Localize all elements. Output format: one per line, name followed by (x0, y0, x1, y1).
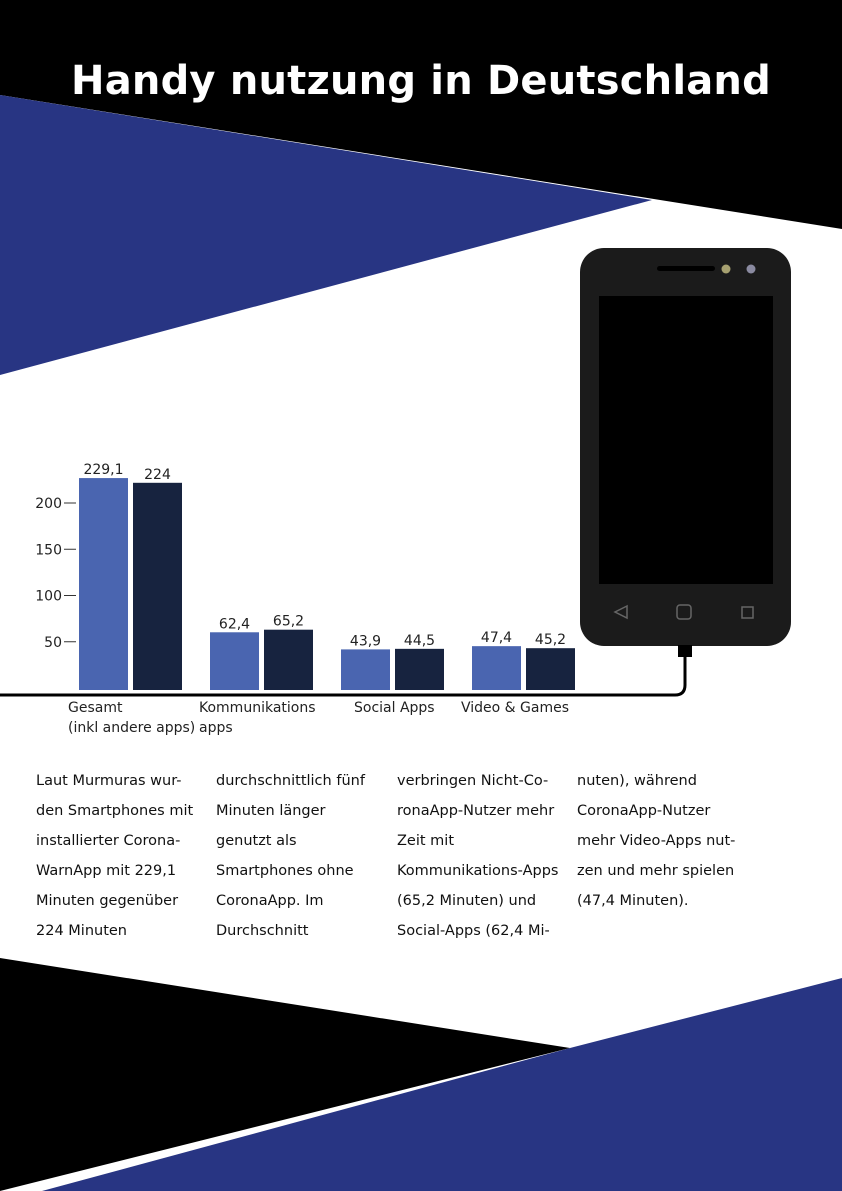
category-labels: Gesamt (inkl andere apps)Kommunikations ap… (68, 700, 569, 736)
text-line: (65,2 Minuten) und (397, 893, 537, 909)
text-line: Kommunikations-Apps (397, 863, 559, 879)
text-line: genutzt als (216, 833, 297, 849)
text-line: installierter Corona- (36, 833, 181, 849)
bar (472, 646, 521, 690)
data-label: 44,5 (404, 633, 435, 649)
text-line: Laut Murmuras wur- (36, 773, 182, 789)
phone-camera-dot (721, 264, 731, 274)
data-label: 224 (144, 467, 171, 483)
text-column-4: nuten), während CoronaApp-Nutzer mehr Vi… (577, 766, 752, 916)
bar-chart: 50 100 150 200 229,1 224 62,4 65,2 43,9 44,5 47,4… (35, 462, 575, 736)
bar (264, 629, 313, 690)
text-line: mehr Video-Apps nut- (577, 833, 736, 849)
y-axis: 50 100 150 200 (35, 496, 76, 651)
text-line: nuten), während (577, 773, 697, 789)
category-label: Social Apps (354, 700, 435, 716)
bar (210, 632, 259, 690)
text-line: Minuten gegenüber (36, 893, 179, 909)
text-line: CoronaApp-Nutzer (577, 803, 711, 819)
data-label: 62,4 (219, 616, 250, 632)
text-line: den Smartphones mit (36, 803, 194, 819)
text-line: (47,4 Minuten). (577, 893, 689, 909)
y-tick-label: 100 (35, 589, 62, 605)
phone-sensor-dot (746, 264, 756, 274)
bar (79, 478, 128, 690)
text-column-1: Laut Murmuras wur- den Smartphones mit i… (36, 766, 211, 946)
y-tick-label: 200 (35, 496, 62, 512)
category-label: Video & Games (461, 700, 569, 716)
category-label: apps (199, 720, 233, 736)
text-line: durchschnittlich fünf (216, 773, 365, 789)
bar (341, 649, 390, 690)
text-line: zen und mehr spielen (577, 863, 735, 879)
text-line: ronaApp-Nutzer mehr (397, 803, 555, 819)
phone-speaker (657, 266, 715, 271)
y-tick-label: 150 (35, 542, 62, 558)
bar (526, 648, 575, 690)
category-label: Kommunikations (199, 700, 316, 716)
data-label: 45,2 (535, 632, 566, 648)
text-column-2: durchschnittlich fünf Minuten länger gen… (216, 766, 391, 946)
text-column-3: verbringen Nicht-Co- ronaApp-Nutzer mehr… (397, 766, 572, 946)
text-line: verbringen Nicht-Co- (397, 773, 549, 789)
text-line: Zeit mit (397, 833, 455, 849)
bars (79, 478, 575, 690)
text-line: 224 Minuten (36, 923, 128, 939)
data-label: 43,9 (350, 633, 381, 649)
category-label: (inkl andere apps) (68, 720, 195, 736)
text-line: Durchschnitt (216, 923, 309, 939)
data-label: 65,2 (273, 614, 304, 630)
bar (395, 648, 444, 690)
text-line: CoronaApp. Im (216, 893, 324, 909)
category-label: Gesamt (68, 700, 123, 716)
data-label: 229,1 (83, 462, 123, 478)
bar (133, 482, 182, 690)
text-line: Smartphones ohne (216, 863, 354, 879)
text-line: WarnApp mit 229,1 (36, 863, 177, 879)
page-title: Handy nutzung in Deutschland (71, 58, 771, 104)
data-label: 47,4 (481, 630, 512, 646)
text-line: Minuten länger (216, 803, 326, 819)
y-tick-label: 50 (44, 635, 62, 651)
text-line: Social-Apps (62,4 Mi- (397, 923, 550, 939)
